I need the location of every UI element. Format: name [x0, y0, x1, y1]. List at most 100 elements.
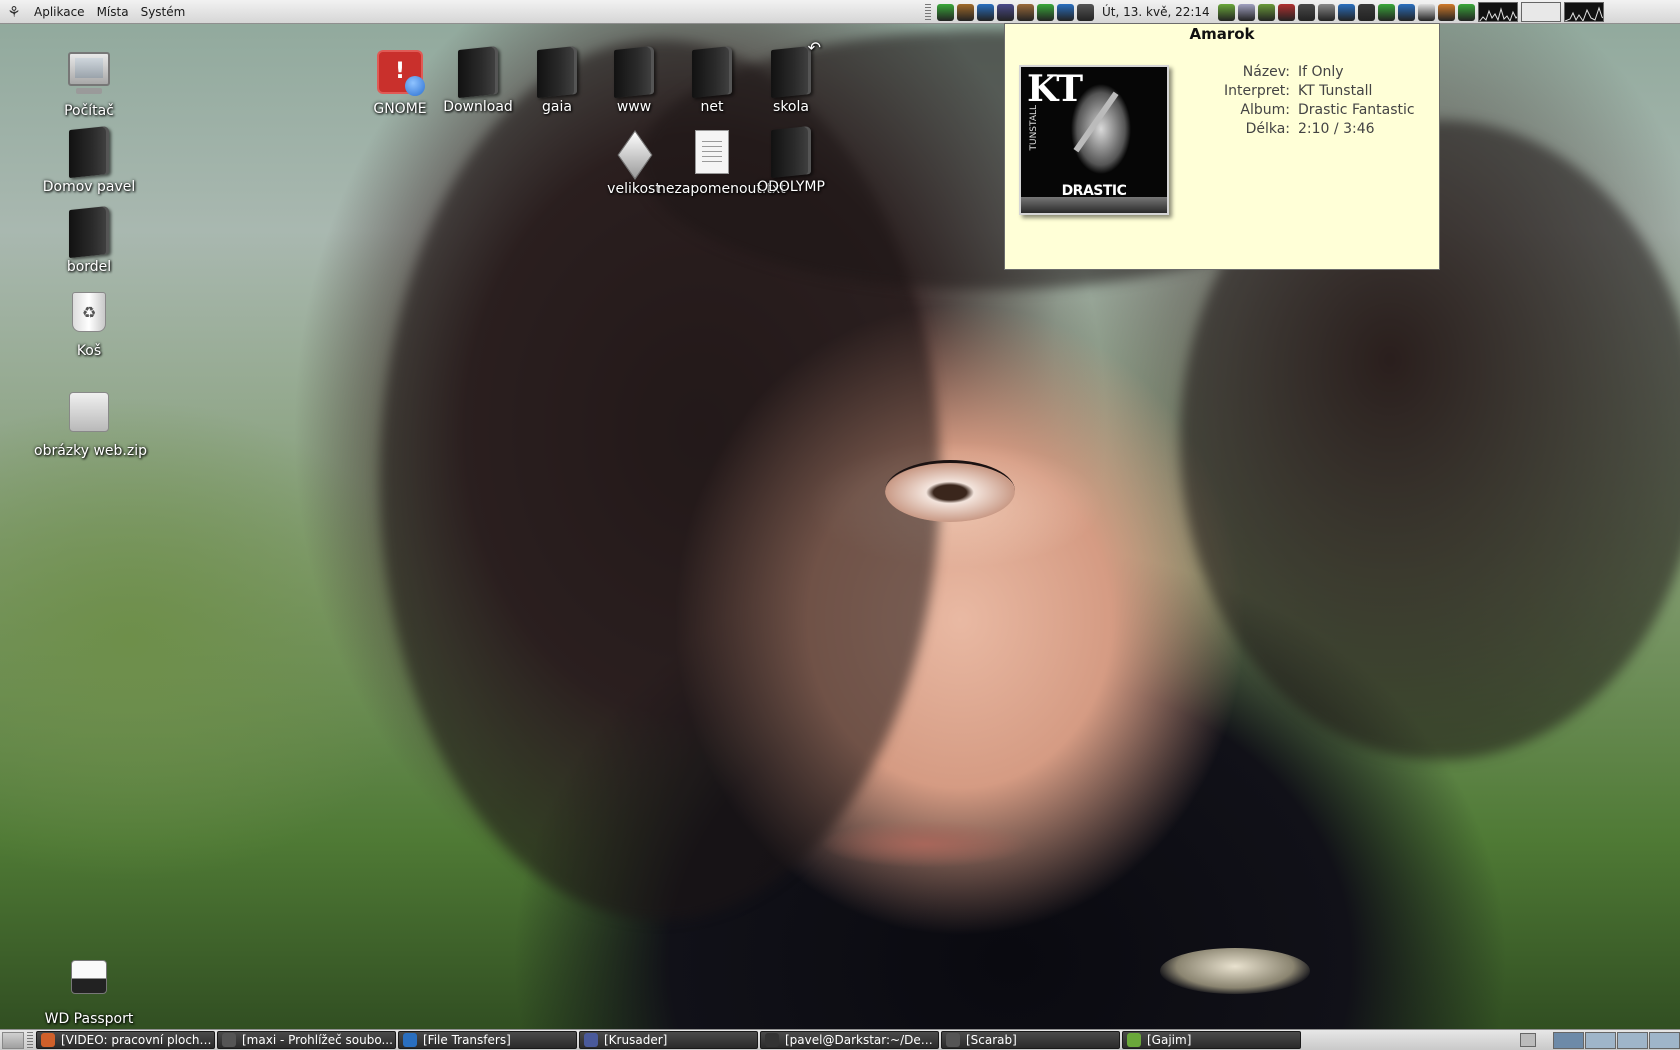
scarab-icon	[946, 1033, 960, 1047]
desktop-icon-label: Počítač	[64, 103, 114, 119]
workspace-1[interactable]	[1553, 1032, 1584, 1049]
gnome-app-icon: !	[376, 50, 425, 98]
tray-icon-7[interactable]	[1057, 3, 1074, 21]
taskbar-item[interactable]: [maxi - Prohlížeč soubo...	[217, 1031, 396, 1049]
memory-monitor-graph[interactable]	[1520, 2, 1561, 22]
tray-icon-4[interactable]	[997, 3, 1014, 21]
system-tray: Út, 13. kvě, 22:14	[922, 2, 1604, 22]
gajim-icon	[1127, 1033, 1141, 1047]
track-info-value: Drastic Fantastic	[1298, 102, 1415, 118]
network-monitor-graph[interactable]	[1563, 2, 1604, 22]
bottom-panel: [VIDEO: pracovní plocha... [maxi - Prohl…	[0, 1029, 1680, 1050]
tray-icon-17[interactable]	[1397, 3, 1415, 21]
tray-icon-2[interactable]	[957, 3, 974, 21]
tray-icon-6[interactable]	[1037, 3, 1054, 21]
tray-icon-20[interactable]	[1457, 3, 1475, 21]
wallpaper-eye	[885, 460, 1015, 522]
taskbar-handle[interactable]	[27, 1031, 33, 1049]
text-file-icon	[688, 130, 736, 178]
clock[interactable]: Út, 13. kvě, 22:14	[1097, 5, 1215, 19]
cover-artist-sub: TUNSTALL	[1029, 105, 1039, 151]
notification-title: Amarok	[1189, 25, 1255, 43]
keyboard-icon[interactable]	[1520, 1033, 1536, 1047]
taskbar-item-label: [Krusader]	[604, 1033, 668, 1047]
track-info-table: Název: If Only Interpret: KT Tunstall Al…	[1220, 63, 1419, 139]
tray-icon-8[interactable]	[1217, 3, 1235, 21]
wallpaper-coat-button	[1160, 948, 1310, 994]
tray-icon-10[interactable]	[1257, 3, 1275, 21]
taskbar-item[interactable]: [File Transfers]	[398, 1031, 577, 1049]
album-cover: KT TUNSTALL DRASTIC FANTASTIC	[1019, 65, 1169, 215]
desktop-icon-label: Domov pavel	[42, 179, 136, 195]
package-icon	[610, 130, 658, 178]
track-info-key: Album:	[1240, 102, 1291, 118]
tray-icon-14[interactable]	[1337, 3, 1355, 21]
desktop-icon-odolymp[interactable]: ODOLYMP	[736, 125, 846, 195]
tray-icon-3[interactable]	[977, 3, 994, 21]
tray-icon-1[interactable]	[937, 3, 954, 21]
desktop-icon-skola[interactable]: ↶ skola	[736, 38, 846, 115]
top-panel: ⚘ Aplikace Místa Systém Út, 13. kvě, 22:…	[0, 0, 1680, 24]
tray-handle[interactable]	[925, 3, 931, 21]
krusader-icon	[584, 1033, 598, 1047]
file-browser-icon	[222, 1033, 236, 1047]
workspace-3[interactable]	[1617, 1032, 1648, 1049]
show-desktop-button[interactable]	[2, 1031, 24, 1049]
desktop-icon-bordel[interactable]: bordel	[34, 205, 144, 275]
wallpaper-lips	[820, 820, 1030, 868]
taskbar-item-label: [VIDEO: pracovní plocha...	[61, 1033, 214, 1047]
desktop-icon-wd-passport[interactable]: WD Passport	[34, 952, 144, 1027]
folder-icon	[688, 45, 736, 99]
workspace-switcher	[1553, 1032, 1680, 1049]
taskbar-item-label: [pavel@Darkstar:~/Des...	[785, 1033, 938, 1047]
tray-icon-15[interactable]	[1357, 3, 1375, 21]
taskbar-item[interactable]: [pavel@Darkstar:~/Des...	[760, 1031, 939, 1049]
taskbar-item[interactable]: [Krusader]	[579, 1031, 758, 1049]
desktop-icon-label: ODOLYMP	[757, 179, 825, 195]
tray-icon-12[interactable]	[1297, 3, 1315, 21]
cover-artist-mark: KT	[1027, 68, 1083, 110]
tray-icon-19[interactable]	[1437, 3, 1455, 21]
desktop-icon-label: bordel	[66, 259, 112, 275]
desktop-icon-computer[interactable]: Počítač	[34, 48, 144, 119]
folder-link-icon: ↶	[767, 38, 821, 99]
tray-icon-11[interactable]	[1277, 3, 1295, 21]
folder-icon	[533, 45, 581, 99]
menu-system[interactable]: Systém	[135, 1, 192, 23]
desktop-icon-zip[interactable]: obrázky web.zip	[34, 388, 148, 459]
menu-places[interactable]: Místa	[91, 1, 135, 23]
drive-icon	[65, 960, 113, 1008]
track-info-value: 2:10 / 3:46	[1298, 121, 1375, 137]
taskbar-item[interactable]: [Scarab]	[941, 1031, 1120, 1049]
clock-alarm-icon[interactable]	[1077, 3, 1094, 21]
track-info-row: Délka: 2:10 / 3:46	[1220, 120, 1419, 139]
workspace-2[interactable]	[1585, 1032, 1616, 1049]
tray-icon-5[interactable]	[1017, 3, 1034, 21]
tray-icon-18[interactable]	[1417, 3, 1435, 21]
gnome-foot-icon[interactable]: ⚘	[6, 3, 22, 21]
track-info-value: KT Tunstall	[1298, 83, 1373, 99]
taskbar-item-label: [maxi - Prohlížeč soubo...	[242, 1033, 393, 1047]
cpu-monitor-graph[interactable]	[1477, 2, 1518, 22]
track-info-row: Album: Drastic Fantastic	[1220, 101, 1419, 120]
menu-applications[interactable]: Aplikace	[28, 1, 91, 23]
cover-floor	[1021, 197, 1167, 213]
taskbar-item[interactable]: [Gajim]	[1122, 1031, 1301, 1049]
tray-icon-9[interactable]	[1237, 3, 1255, 21]
workspace-4[interactable]	[1649, 1032, 1680, 1049]
desktop-icon-trash[interactable]: ♻ Koš	[34, 288, 144, 359]
amarok-notification[interactable]: Amarok KT TUNSTALL DRASTIC FANTASTIC Náz…	[1004, 23, 1440, 270]
taskbar-item-label: [Scarab]	[966, 1033, 1017, 1047]
tray-icon-13[interactable]	[1317, 3, 1335, 21]
desktop-icon-home[interactable]: Domov pavel	[34, 125, 144, 195]
terminal-icon	[765, 1033, 779, 1047]
computer-icon	[65, 52, 113, 100]
taskbar-item[interactable]: [VIDEO: pracovní plocha...	[36, 1031, 215, 1049]
tray-icon-16[interactable]	[1377, 3, 1395, 21]
track-info-row: Interpret: KT Tunstall	[1220, 82, 1419, 101]
desktop-icon-label: obrázky web.zip	[34, 443, 148, 459]
folder-icon	[610, 45, 658, 99]
desktop-icon-label: skola	[773, 99, 809, 115]
track-info-key: Název:	[1242, 64, 1291, 80]
skype-icon	[403, 1033, 417, 1047]
